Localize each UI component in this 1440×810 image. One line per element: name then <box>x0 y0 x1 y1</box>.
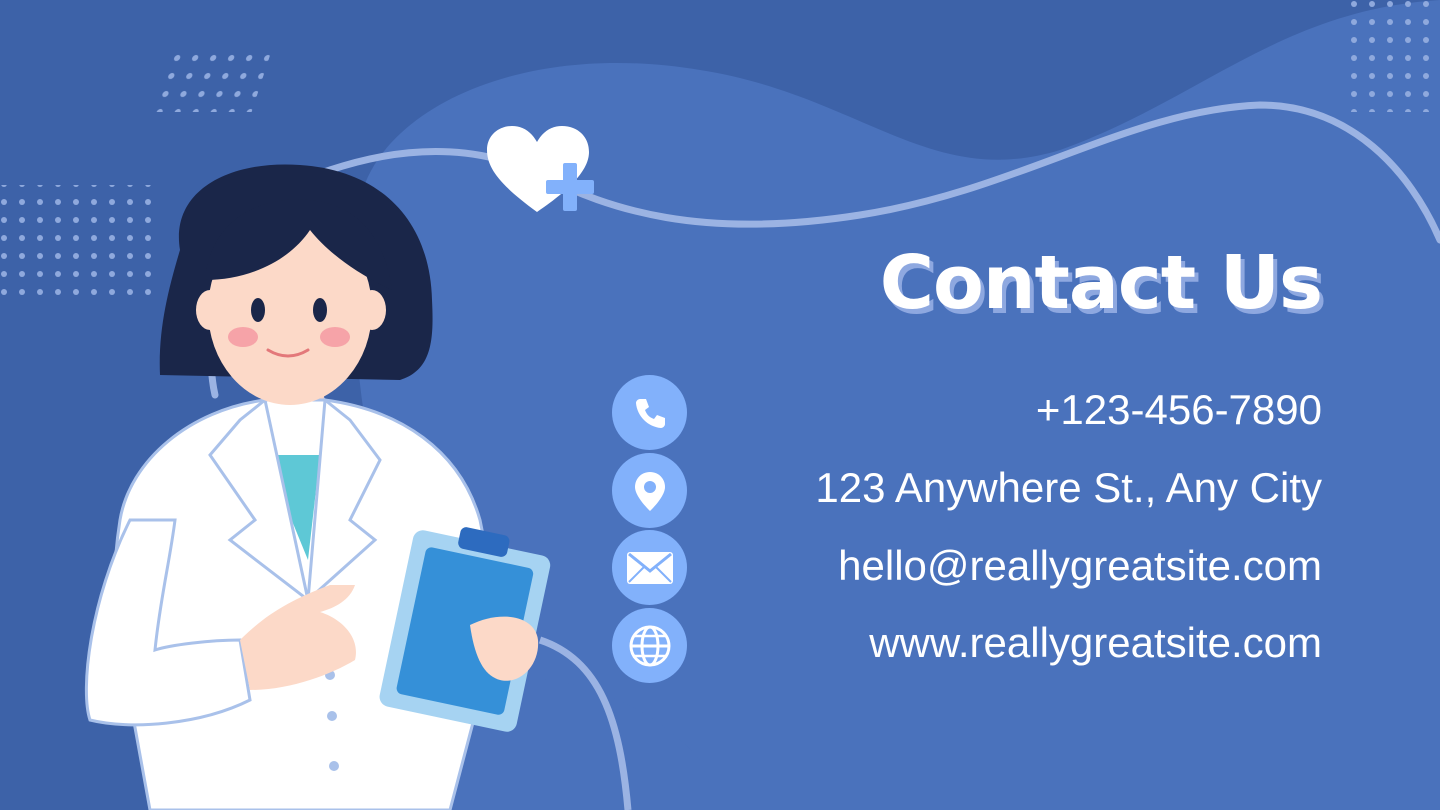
website-link[interactable]: www.reallygreatsite.com <box>869 613 1322 673</box>
location-pin-icon[interactable] <box>612 453 687 528</box>
email-link[interactable]: hello@reallygreatsite.com <box>838 536 1322 596</box>
dot-pattern <box>0 185 160 300</box>
envelope-icon[interactable] <box>612 530 687 605</box>
dot-pattern <box>1340 0 1440 112</box>
phone-icon[interactable] <box>612 375 687 450</box>
dot-pattern <box>145 52 272 112</box>
globe-icon[interactable] <box>612 608 687 683</box>
contact-card: Contact Us +123-456-7890 123 Anywhere St… <box>0 0 1440 810</box>
page-title: Contact Us <box>879 240 1323 326</box>
address-text: 123 Anywhere St., Any City <box>815 464 1322 511</box>
phone-number[interactable]: +123-456-7890 <box>1036 380 1322 440</box>
